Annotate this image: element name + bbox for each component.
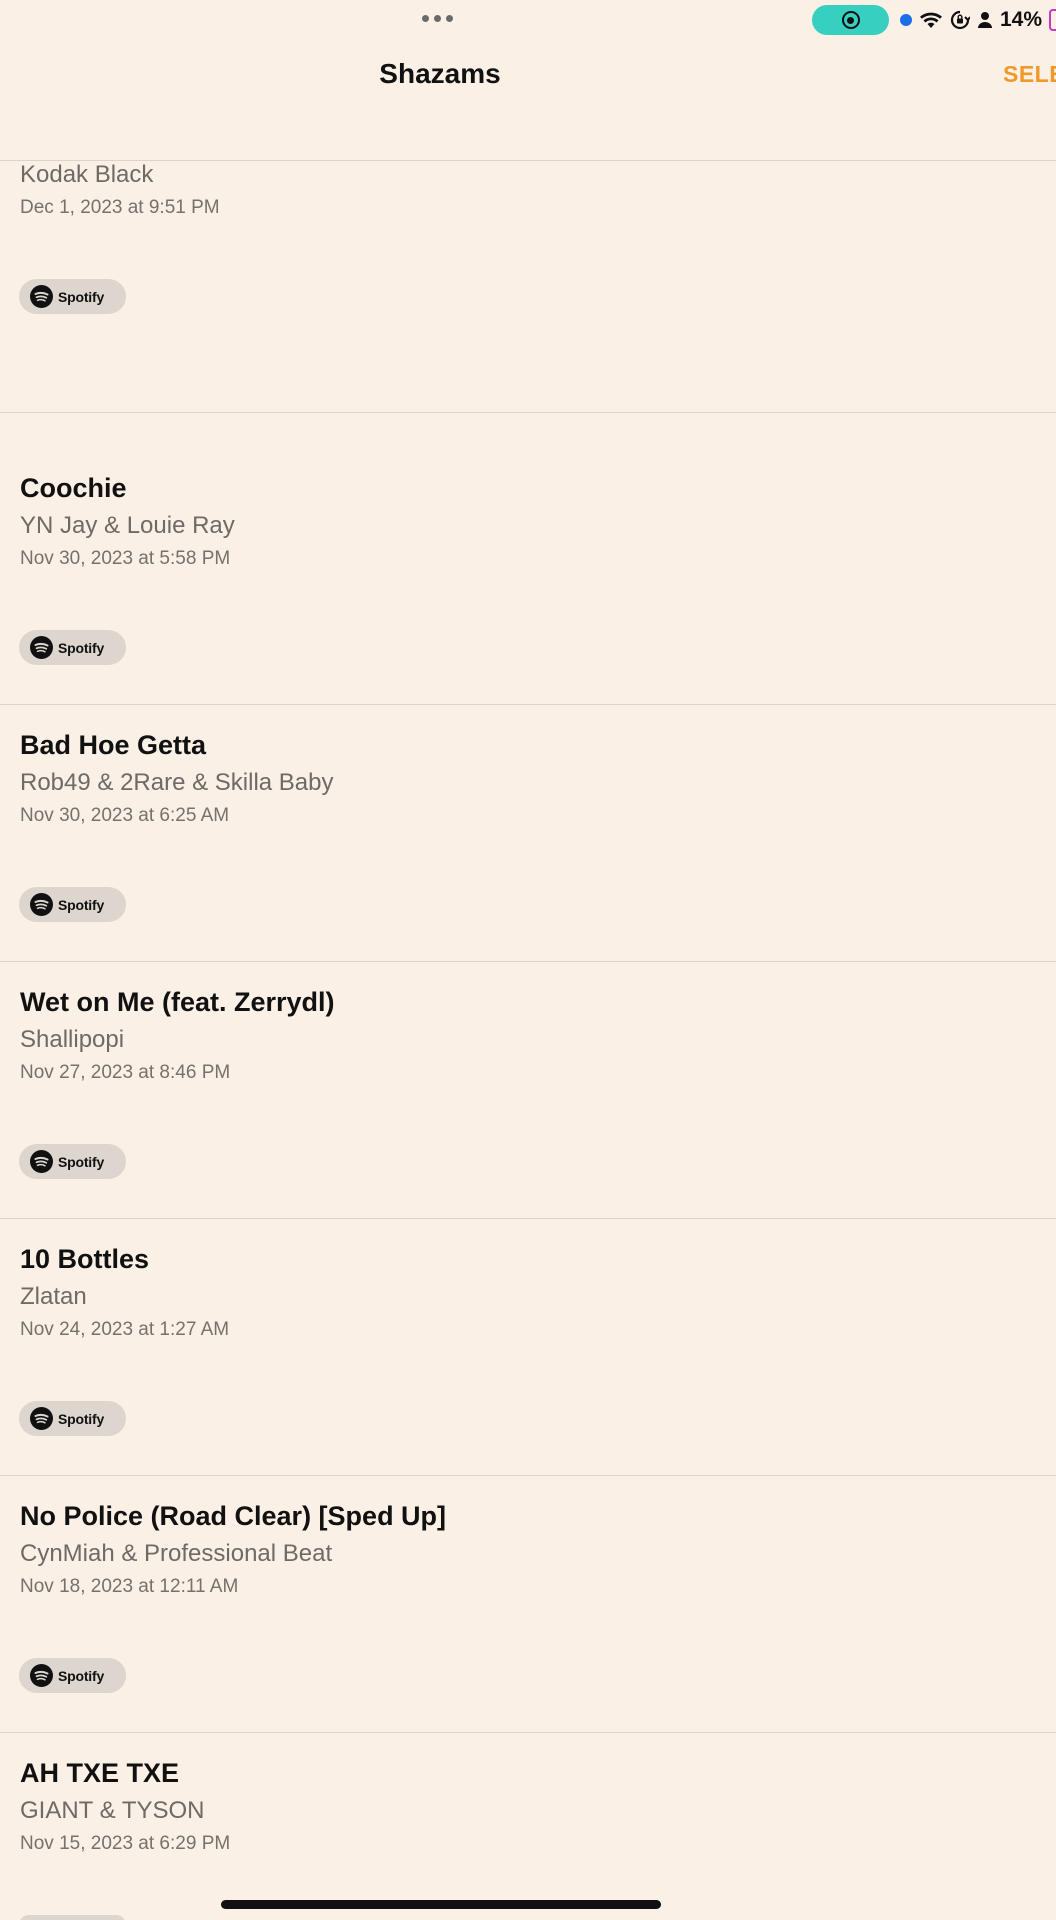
spotify-icon [30, 893, 53, 916]
home-indicator[interactable] [221, 1900, 661, 1909]
song-artist: Kodak Black [20, 161, 154, 188]
spotify-icon [30, 1150, 53, 1173]
list-item[interactable]: Kodak Black Dec 1, 2023 at 9:51 PM Spoti… [0, 161, 1056, 413]
orientation-lock-icon [950, 10, 970, 30]
song-title: Wet on Me (feat. Zerrydl) [20, 987, 335, 1017]
page-title: Shazams [379, 58, 501, 89]
song-date: Nov 30, 2023 at 6:25 AM [20, 805, 230, 826]
multitask-dots-icon[interactable] [422, 15, 453, 22]
nav-header: Shazams SELE [0, 40, 1056, 161]
list-item[interactable]: Bad Hoe Getta Rob49 & 2Rare & Skilla Bab… [0, 705, 1056, 962]
spotify-label: Spotify [58, 1667, 105, 1684]
status-indicators: 14% [900, 6, 1056, 34]
list-item[interactable]: 10 Bottles Zlatan Nov 24, 2023 at 1:27 A… [0, 1219, 1056, 1476]
spotify-button[interactable]: Spotify [19, 630, 126, 665]
spotify-label: Spotify [58, 1410, 105, 1427]
spotify-icon [30, 636, 53, 659]
person-icon [977, 11, 993, 29]
wifi-icon [919, 10, 943, 30]
song-artist: Shallipopi [20, 1026, 125, 1053]
select-button[interactable]: SELE [1003, 61, 1056, 88]
spotify-label: Spotify [58, 288, 105, 305]
spotify-button[interactable]: Spotify [19, 1658, 126, 1693]
status-bar: 14% [0, 0, 1056, 40]
song-date: Nov 24, 2023 at 1:27 AM [20, 1319, 230, 1340]
list-item[interactable]: Wet on Me (feat. Zerrydl) Shallipopi Nov… [0, 962, 1056, 1219]
song-date: Nov 18, 2023 at 12:11 AM [20, 1576, 239, 1597]
spotify-button[interactable] [19, 1915, 126, 1920]
song-date: Nov 15, 2023 at 6:29 PM [20, 1833, 231, 1854]
list-item[interactable]: Coochie YN Jay & Louie Ray Nov 30, 2023 … [0, 413, 1056, 705]
song-artist: Zlatan [20, 1283, 87, 1310]
song-title: No Police (Road Clear) [Sped Up] [20, 1501, 447, 1531]
screen-record-icon[interactable] [812, 5, 889, 35]
song-artist: CynMiah & Professional Beat [20, 1540, 333, 1567]
spotify-button[interactable]: Spotify [19, 887, 126, 922]
song-title: Bad Hoe Getta [20, 730, 207, 760]
shazam-app: 14% Shazams SELE Kodak Black Dec 1, 2023… [0, 0, 1056, 1920]
spotify-label: Spotify [58, 896, 105, 913]
spotify-icon [30, 1407, 53, 1430]
spotify-label: Spotify [58, 639, 105, 656]
song-artist: GIANT & TYSON [20, 1797, 205, 1824]
spotify-label: Spotify [58, 1153, 105, 1170]
song-artist: YN Jay & Louie Ray [20, 512, 235, 539]
camera-indicator-icon [900, 14, 912, 26]
spotify-icon [30, 1664, 53, 1687]
list-item[interactable]: No Police (Road Clear) [Sped Up] CynMiah… [0, 1476, 1056, 1733]
battery-percentage: 14% [1000, 8, 1043, 31]
spotify-button[interactable]: Spotify [19, 1144, 126, 1179]
battery-icon [1049, 9, 1056, 31]
song-title: Coochie [20, 473, 127, 503]
song-date: Dec 1, 2023 at 9:51 PM [20, 197, 220, 218]
song-title: AH TXE TXE [20, 1758, 180, 1788]
song-title: 10 Bottles [20, 1244, 150, 1274]
spotify-button[interactable]: Spotify [19, 279, 126, 314]
song-artist: Rob49 & 2Rare & Skilla Baby [20, 769, 334, 796]
spotify-icon [30, 285, 53, 308]
song-date: Nov 30, 2023 at 5:58 PM [20, 548, 231, 569]
song-date: Nov 27, 2023 at 8:46 PM [20, 1062, 231, 1083]
list-item[interactable]: AH TXE TXE GIANT & TYSON Nov 15, 2023 at… [0, 1733, 1056, 1920]
spotify-button[interactable]: Spotify [19, 1401, 126, 1436]
